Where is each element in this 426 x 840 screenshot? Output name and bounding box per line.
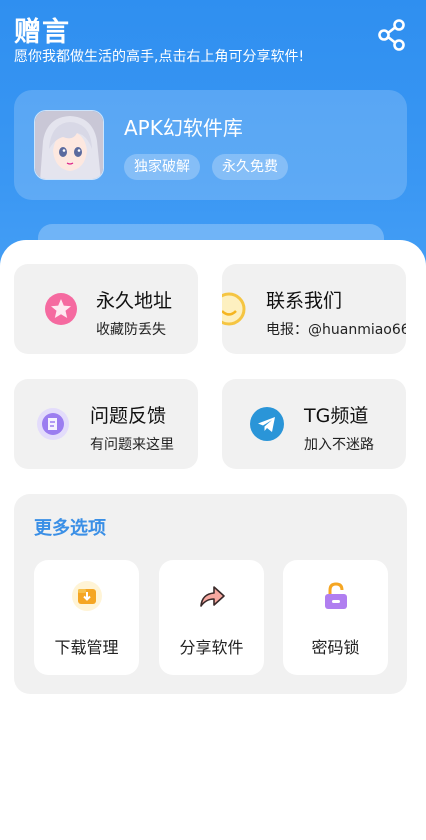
avatar bbox=[34, 110, 104, 180]
feedback-icon bbox=[37, 408, 69, 440]
tile-title: TG频道 bbox=[304, 405, 369, 427]
tile-contact-us[interactable]: 联系我们 电报：@huanmiao66 bbox=[222, 264, 406, 354]
option-share-software[interactable]: 分享软件 bbox=[159, 560, 264, 675]
anime-avatar-icon bbox=[35, 111, 103, 179]
telegram-icon bbox=[250, 407, 284, 441]
option-label: 下载管理 bbox=[54, 638, 119, 657]
share-icon bbox=[378, 19, 405, 51]
download-folder-icon bbox=[72, 581, 102, 611]
app-name: APK幻软件库 bbox=[124, 116, 243, 140]
tag-crack: 独家破解 bbox=[124, 154, 200, 180]
tile-title: 永久地址 bbox=[96, 290, 173, 312]
tile-subtitle: 加入不迷路 bbox=[304, 437, 374, 453]
option-download-manager[interactable]: 下载管理 bbox=[34, 560, 139, 675]
tile-feedback[interactable]: 问题反馈 有问题来这里 bbox=[14, 379, 198, 469]
tag-free: 永久免费 bbox=[212, 154, 288, 180]
tile-permanent-address[interactable]: 永久地址 收藏防丢失 bbox=[14, 264, 198, 354]
smile-icon bbox=[222, 292, 246, 326]
tile-subtitle: 电报：@huanmiao66 bbox=[266, 322, 406, 338]
share-button[interactable] bbox=[376, 18, 408, 52]
page-title: 赠言 bbox=[14, 17, 70, 48]
option-password-lock[interactable]: 密码锁 bbox=[283, 560, 388, 675]
star-icon bbox=[45, 293, 77, 325]
option-label: 分享软件 bbox=[179, 638, 244, 657]
option-label: 密码锁 bbox=[311, 638, 360, 657]
tile-title: 问题反馈 bbox=[90, 405, 167, 427]
page-subtitle: 愿你我都做生活的高手,点击右上角可分享软件! bbox=[14, 49, 305, 65]
tile-subtitle: 有问题来这里 bbox=[90, 437, 174, 453]
more-options-panel: 更多选项 下载管理 分享软件 密码锁 bbox=[14, 494, 407, 694]
tile-title: 联系我们 bbox=[266, 290, 343, 312]
lock-icon bbox=[325, 582, 347, 609]
share-arrow-icon bbox=[200, 586, 225, 607]
profile-card[interactable]: APK幻软件库 独家破解 永久免费 bbox=[14, 90, 407, 200]
more-options-title: 更多选项 bbox=[34, 518, 106, 539]
tile-tg-channel[interactable]: TG频道 加入不迷路 bbox=[222, 379, 406, 469]
tile-subtitle: 收藏防丢失 bbox=[96, 322, 166, 338]
